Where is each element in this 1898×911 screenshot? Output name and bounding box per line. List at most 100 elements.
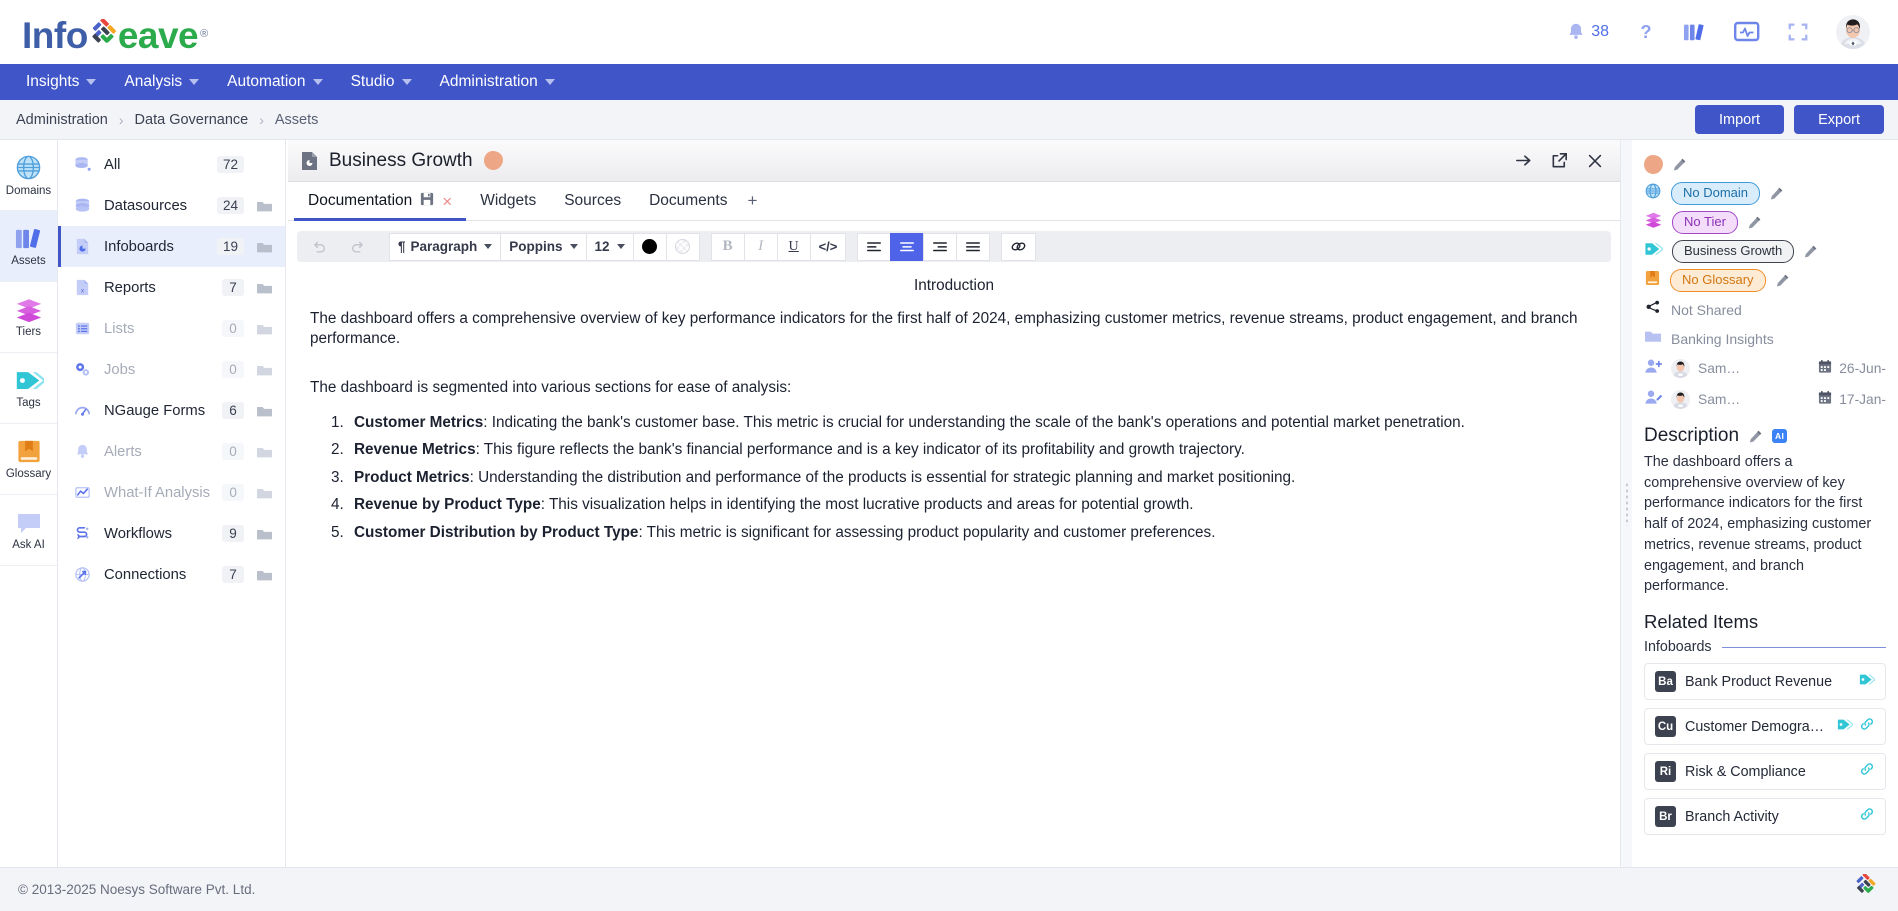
folder-icon[interactable] [256,527,274,541]
list-item-count: 72 [216,156,244,173]
edit-pencil-icon[interactable] [1803,244,1818,259]
import-button[interactable]: Import [1694,105,1785,134]
edit-pencil-icon[interactable] [1769,186,1784,201]
save-icon[interactable] [420,192,434,211]
rail-item-tags[interactable]: Tags [0,353,57,424]
list-item-datasources[interactable]: Datasources 24 [58,185,285,226]
list-item-count: 9 [222,525,244,542]
edit-pencil-icon[interactable] [1672,157,1687,172]
list-item-reports[interactable]: x Reports 7 [58,267,285,308]
folder-icon[interactable] [256,568,274,582]
related-item-card[interactable]: Br Branch Activity [1644,798,1886,836]
folder-icon[interactable] [256,363,274,377]
grip-dots-icon [1624,481,1629,526]
text-style-group: B I U </> [710,231,847,262]
link-icon[interactable] [1859,717,1875,736]
align-center-button[interactable] [890,232,925,261]
rail-item-tiers[interactable]: Tiers [0,282,57,353]
meta-row-shared: Not Shared [1644,295,1886,324]
list-item-what-if-analysis[interactable]: What-If Analysis 0 [58,472,285,513]
highlight-color-button[interactable] [665,232,700,261]
align-justify-button[interactable] [956,232,991,261]
breadcrumb-item-data-governance[interactable]: Data Governance [135,112,249,128]
edit-pencil-icon[interactable] [1747,215,1762,230]
bold-button[interactable]: B [710,232,745,261]
list-item-alerts[interactable]: Alerts 0 [58,431,285,472]
help-button[interactable]: ? [1636,20,1656,44]
redo-button[interactable] [338,233,378,261]
tab-widgets[interactable]: Widgets [466,182,550,220]
code-button[interactable]: </> [809,232,847,261]
breadcrumb-item-assets[interactable]: Assets [275,112,319,128]
link-button[interactable] [1001,232,1037,261]
open-external-icon[interactable] [1550,151,1569,170]
domain-chip[interactable]: No Domain [1671,182,1761,205]
tag-chip[interactable]: Business Growth [1672,240,1795,263]
breadcrumb-actions: Import Export [1694,105,1884,134]
tab-documents[interactable]: Documents [635,182,741,220]
tab-sources[interactable]: Sources [550,182,635,220]
list-item-jobs[interactable]: Jobs 0 [58,349,285,390]
fullscreen-button[interactable] [1787,21,1809,43]
font-family-select[interactable]: Poppins [500,232,587,261]
nav-item-analysis[interactable]: Analysis [110,64,213,100]
edit-pencil-icon[interactable] [1775,273,1790,288]
tab-close-icon[interactable]: × [442,193,452,210]
font-size-select[interactable]: 12 [585,232,634,261]
folder-icon[interactable] [256,281,274,295]
breadcrumb-item-administration[interactable]: Administration [16,112,108,128]
tag-icon[interactable] [1837,717,1854,737]
folder-icon[interactable] [256,199,274,213]
block-format-select[interactable]: ¶ Paragraph [389,232,502,261]
folder-icon[interactable] [256,240,274,254]
list-item-workflows[interactable]: Workflows 9 [58,513,285,554]
nav-item-automation[interactable]: Automation [213,64,336,100]
align-left-button[interactable] [857,232,892,261]
notifications-button[interactable]: 38 [1565,21,1609,43]
tab-documentation[interactable]: Documentation × [294,182,467,221]
related-item-card[interactable]: Ba Bank Product Revenue [1644,663,1886,701]
folder-icon[interactable] [256,445,274,459]
nav-item-insights[interactable]: Insights [12,64,110,100]
folder-icon[interactable] [256,322,274,336]
user-avatar[interactable] [1836,15,1870,49]
monitor-button[interactable] [1734,21,1760,43]
nav-item-studio[interactable]: Studio [337,64,426,100]
export-button[interactable]: Export [1794,105,1884,134]
document-content[interactable]: Introduction The dashboard offers a comp… [288,262,1620,867]
list-item-all[interactable]: All 72 [58,144,285,185]
tag-icon[interactable] [1859,672,1876,692]
list-item-ngauge-forms[interactable]: NGauge Forms 6 [58,390,285,431]
folder-icon[interactable] [256,404,274,418]
ai-generate-button[interactable]: AI [1772,429,1788,443]
list-item: Customer Distribution by Product Type: T… [348,523,1598,544]
link-icon[interactable] [1859,762,1875,781]
app-logo[interactable]: Info eave ® [22,10,208,54]
list-item-lists[interactable]: Lists 0 [58,308,285,349]
underline-button[interactable]: U [776,232,811,261]
nav-item-administration[interactable]: Administration [426,64,569,100]
link-icon[interactable] [1859,807,1875,826]
library-button[interactable] [1683,21,1707,43]
folder-icon[interactable] [256,486,274,500]
list-item-infoboards[interactable]: Infoboards 19 [58,226,285,267]
tab-add-button[interactable]: + [741,182,763,220]
related-item-card[interactable]: Cu Customer Demographic [1644,708,1886,746]
undo-button[interactable] [299,233,339,261]
edit-pencil-icon[interactable] [1748,429,1763,444]
list-item-label: Datasources [104,197,188,214]
panel-resize-handle[interactable] [1621,140,1632,867]
close-icon[interactable] [1586,152,1604,170]
rail-item-glossary[interactable]: Glossary [0,424,57,495]
arrow-right-icon[interactable] [1514,151,1533,170]
glossary-chip[interactable]: No Glossary [1670,269,1766,292]
list-item-connections[interactable]: Connections 7 [58,554,285,595]
rail-item-domains[interactable]: Domains [0,140,57,211]
italic-button[interactable]: I [743,232,778,261]
align-right-button[interactable] [923,232,958,261]
related-item-card[interactable]: Ri Risk & Compliance [1644,753,1886,791]
text-color-button[interactable] [632,232,667,261]
rail-item-assets[interactable]: Assets [0,211,57,282]
rail-item-ask-ai[interactable]: Ask AI [0,495,57,566]
tier-chip[interactable]: No Tier [1672,211,1738,234]
